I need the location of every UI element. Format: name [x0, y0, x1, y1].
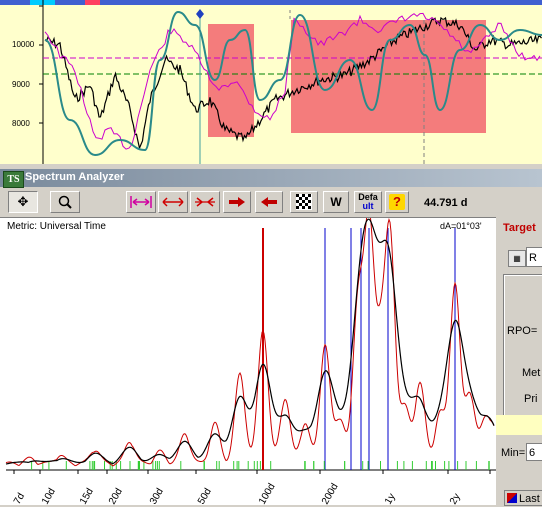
w-icon: W [330, 195, 342, 209]
question-icon: ? [389, 194, 405, 210]
spectrum-black-curve [5, 218, 495, 465]
price-chart-plot [0, 0, 542, 164]
expand-range-button[interactable] [126, 191, 156, 213]
spectrum-red-curve [5, 218, 495, 467]
period-readout: 44.791 d [424, 197, 468, 209]
top-strip-marker [85, 0, 100, 5]
magnifier-icon [58, 195, 72, 209]
metric-label: Metric: Universal Time [7, 221, 106, 232]
delta-angle-label: dA=01°03' [440, 221, 482, 231]
target-combo[interactable]: R [526, 247, 542, 267]
help-button[interactable]: ? [385, 191, 409, 213]
app-logo-icon: TS [3, 171, 24, 188]
y-axis-label: 10000 [12, 40, 35, 49]
grid-icon[interactable]: ▦ [508, 250, 526, 267]
cursor-tool-button[interactable]: ✥ [8, 191, 38, 213]
double-arrow-icon [162, 197, 184, 207]
zoom-tool-button[interactable] [50, 191, 80, 213]
y-axis-label: 8000 [12, 119, 30, 128]
met-label: Met [522, 367, 541, 379]
spectrum-plot [5, 218, 496, 474]
window-title: Spectrum Analyzer [25, 171, 125, 183]
top-strip [0, 0, 542, 5]
shrink-range-button[interactable] [190, 191, 220, 213]
target-group-box: RPO= Met Pri [503, 274, 542, 416]
min-input[interactable]: 6 [526, 443, 542, 461]
status-strip [496, 415, 542, 435]
pattern-icon [296, 194, 312, 210]
highlight-region [291, 20, 486, 133]
last-label: Last [519, 493, 540, 505]
arrows-expand-icon [130, 196, 152, 208]
pri-label: Pri [524, 393, 538, 405]
marker-diamond [196, 9, 204, 19]
target-panel: Target ▦ R RPO= Met Pri Min= 6 Last [496, 217, 542, 506]
arrow-left-button[interactable] [255, 191, 283, 213]
rpo-label: RPO= [507, 325, 538, 337]
arrows-shrink-icon [195, 197, 215, 207]
default-button[interactable]: Defa ult [354, 191, 382, 213]
double-arrow-button[interactable] [158, 191, 188, 213]
arrow-right-button[interactable] [223, 191, 251, 213]
crosshair-icon: ✥ [17, 194, 29, 209]
arrow-right-icon [229, 197, 245, 207]
target-label: Target [503, 222, 536, 234]
pattern-button[interactable] [290, 191, 318, 213]
window-title-bar[interactable]: TS Spectrum Analyzer [0, 169, 542, 188]
w-button[interactable]: W [323, 191, 349, 213]
default-icon: Defa ult [358, 192, 378, 211]
last-icon [507, 493, 517, 503]
price-chart[interactable]: 10000 9000 8000 [0, 0, 542, 164]
min-label: Min= [501, 447, 526, 459]
arrow-left-icon [261, 197, 277, 207]
spectrum-chart[interactable]: Metric: Universal Time dA=01°03' 7d 10d … [0, 217, 496, 507]
y-axis-label: 9000 [12, 80, 30, 89]
